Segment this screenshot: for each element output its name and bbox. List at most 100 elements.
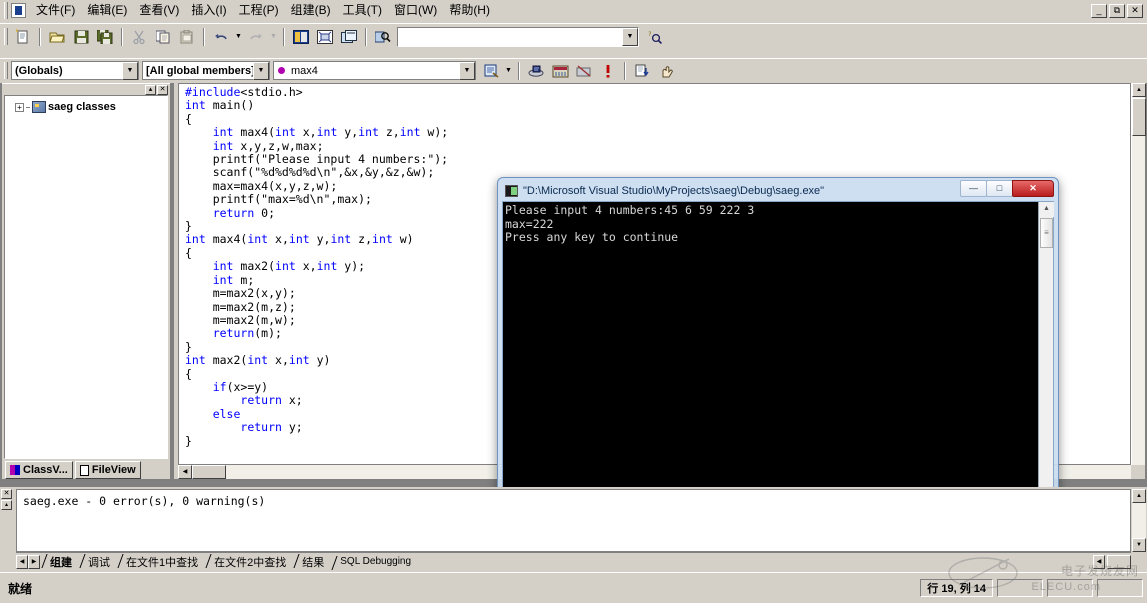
output-tab-strip: ◀ ▶ 组建 调试 在文件1中查找 在文件2中查找 结果 <box>16 552 1131 570</box>
console-minimize-button[interactable]: — <box>960 180 987 197</box>
console-titlebar[interactable]: "D:\Microsoft Visual Studio\MyProjects\s… <box>501 181 1055 200</box>
console-title-text: "D:\Microsoft Visual Studio\MyProjects\s… <box>523 185 824 197</box>
pane-minimize-button[interactable]: ▴ <box>145 85 156 95</box>
output-pane: ✕ ▴ saeg.exe - 0 error(s), 0 warning(s) … <box>0 487 1147 572</box>
output-tab-sql-debugging[interactable]: SQL Debugging <box>330 555 417 568</box>
redo-dropdown-icon[interactable]: ▼ <box>268 26 279 47</box>
status-cell-3 <box>1097 579 1143 597</box>
output-scroll-up-button[interactable]: ▴ <box>1 500 12 510</box>
menu-build[interactable]: 组建(B) <box>285 1 337 20</box>
workspace-icon[interactable] <box>290 26 312 47</box>
output-tab-find-in-files-2[interactable]: 在文件2中查找 <box>204 553 292 571</box>
output-tab-sql-label: SQL Debugging <box>340 556 411 567</box>
menu-insert[interactable]: 插入(I) <box>185 1 232 20</box>
document-system-icon[interactable] <box>11 3 26 18</box>
menu-file[interactable]: 文件(F) <box>30 1 81 20</box>
window-list-icon[interactable] <box>338 26 360 47</box>
svg-text:?: ? <box>648 31 652 38</box>
menu-window[interactable]: 窗口(W) <box>388 1 443 20</box>
execute-icon[interactable] <box>597 60 619 81</box>
menu-edit[interactable]: 编辑(E) <box>81 1 133 20</box>
scope-dropdown-icon[interactable]: ▼ <box>122 62 138 80</box>
output-vertical-scrollbar[interactable]: ▲ ▼ <box>1132 489 1146 552</box>
insert-breakpoint-icon[interactable] <box>655 60 677 81</box>
menu-help[interactable]: 帮助(H) <box>443 1 496 20</box>
expander-icon[interactable]: + <box>15 103 24 112</box>
toolbar-separator <box>365 28 367 46</box>
members-combo[interactable]: [All global members] ▼ <box>142 61 270 80</box>
restore-button[interactable]: ⧉ <box>1109 4 1125 18</box>
save-all-icon[interactable] <box>94 26 116 47</box>
function-dropdown-icon[interactable]: ▼ <box>459 62 475 80</box>
minimize-button[interactable]: _ <box>1091 4 1107 18</box>
output-text-area[interactable]: saeg.exe - 0 error(s), 0 warning(s) <box>16 489 1131 552</box>
menu-tools[interactable]: 工具(T) <box>337 1 388 20</box>
output-window-icon[interactable] <box>314 26 336 47</box>
workspace-area: ▴ ✕ + saeg classes ClassV... FileVi <box>0 83 1147 487</box>
class-view-tree[interactable]: + saeg classes <box>4 95 168 459</box>
console-scroll-thumb[interactable]: ≡ <box>1040 218 1053 248</box>
function-combo[interactable]: max4 ▼ <box>273 61 476 80</box>
pane-close-button[interactable]: ✕ <box>157 85 168 95</box>
find-combo[interactable]: ▼ <box>397 27 639 47</box>
tab-classview[interactable]: ClassV... <box>5 461 73 479</box>
compile-icon[interactable] <box>525 60 547 81</box>
tree-item-label: saeg classes <box>48 101 116 113</box>
tab-scroll-right-icon[interactable]: ▶ <box>28 555 40 569</box>
wizardbar-grip[interactable] <box>4 62 8 79</box>
tree-item-saeg-classes[interactable]: + saeg classes <box>7 100 165 114</box>
output-close-button[interactable]: ✕ <box>1 489 12 499</box>
toolbar-grip[interactable] <box>4 28 8 45</box>
output-scroll-up-arrow-icon[interactable]: ▲ <box>1132 489 1146 503</box>
find-in-files-icon[interactable] <box>372 26 394 47</box>
undo-icon[interactable] <box>210 26 232 47</box>
menu-view[interactable]: 查看(V) <box>133 1 185 20</box>
output-scroll-down-arrow-icon[interactable]: ▼ <box>1132 538 1146 552</box>
output-tab-debug[interactable]: 调试 <box>78 553 116 571</box>
editor-hscroll-thumb[interactable] <box>192 465 226 479</box>
scroll-up-arrow-icon[interactable]: ▲ <box>1132 83 1146 97</box>
scroll-left-arrow-icon[interactable]: ◀ <box>178 465 192 479</box>
tab-divider <box>117 554 125 568</box>
editor-vertical-scrollbar[interactable]: ▲ <box>1131 83 1145 465</box>
cut-icon[interactable] <box>128 26 150 47</box>
save-icon[interactable] <box>70 26 92 47</box>
tab-divider-end <box>417 555 427 569</box>
tab-scroll-left-icon[interactable]: ◀ <box>16 555 28 569</box>
toolbar-separator <box>624 62 626 80</box>
code-line: printf("Please input 4 numbers:"); <box>185 153 1130 166</box>
scope-combo[interactable]: (Globals) ▼ <box>11 61 139 80</box>
build-icon[interactable] <box>549 60 571 81</box>
console-window-controls: — □ ✕ <box>961 180 1054 197</box>
workspace-pane-titlebar: ▴ ✕ <box>2 83 170 95</box>
paste-icon[interactable] <box>176 26 198 47</box>
menubar-grip[interactable] <box>4 2 8 19</box>
tab-fileview[interactable]: FileView <box>75 461 141 479</box>
output-tab-results[interactable]: 结果 <box>292 553 330 571</box>
find-input[interactable] <box>398 28 622 46</box>
copy-icon[interactable] <box>152 26 174 47</box>
goto-definition-icon[interactable] <box>480 60 502 81</box>
find-next-icon[interactable]: ? <box>645 26 667 47</box>
stop-build-icon[interactable] <box>573 60 595 81</box>
members-dropdown-icon[interactable]: ▼ <box>253 62 269 80</box>
go-icon[interactable] <box>631 60 653 81</box>
console-scroll-up-icon[interactable]: ▲ <box>1039 202 1054 217</box>
output-tab-build[interactable]: 组建 <box>40 553 78 571</box>
console-close-button[interactable]: ✕ <box>1012 180 1054 197</box>
output-tab-find-in-files-1[interactable]: 在文件1中查找 <box>116 553 204 571</box>
chevron-down-icon[interactable]: ▼ <box>503 60 514 81</box>
undo-dropdown-icon[interactable]: ▼ <box>233 26 244 47</box>
redo-icon[interactable] <box>245 26 267 47</box>
new-file-icon[interactable] <box>12 26 34 47</box>
console-maximize-button[interactable]: □ <box>986 180 1013 197</box>
status-right-group: 行 19, 列 14 <box>916 579 1147 597</box>
open-file-icon[interactable] <box>46 26 68 47</box>
close-button[interactable]: ✕ <box>1127 4 1143 18</box>
standard-toolbar: ▼ ▼ ▼ ? <box>0 23 1147 49</box>
menu-project[interactable]: 工程(P) <box>233 1 285 20</box>
editor-vscroll-thumb[interactable] <box>1132 98 1146 136</box>
status-position: 行 19, 列 14 <box>920 579 993 597</box>
find-dropdown-icon[interactable]: ▼ <box>622 28 638 46</box>
output-tabs-scroll-icon[interactable]: ◀ <box>1093 555 1105 569</box>
